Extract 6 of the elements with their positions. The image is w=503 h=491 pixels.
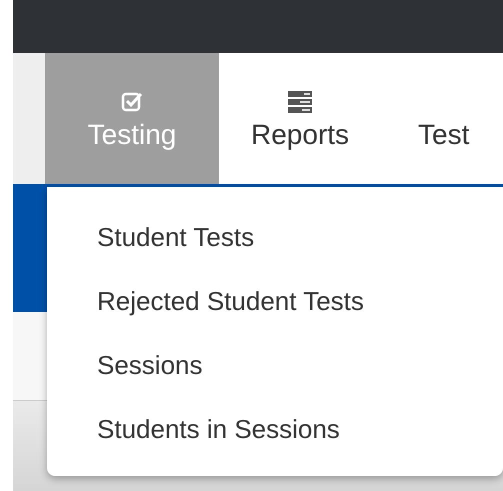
menu-item[interactable]: Rejected Student Tests [47,269,503,333]
menu-item[interactable]: Sessions [47,333,503,397]
server-icon [288,90,312,112]
menu-item[interactable]: Student Tests [47,205,503,269]
menu-item[interactable]: Students in Sessions [47,397,503,461]
checkbox-icon [121,90,143,112]
